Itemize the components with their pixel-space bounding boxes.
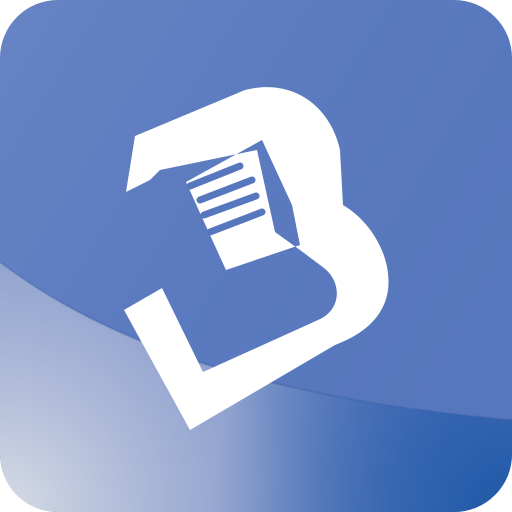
app-icon[interactable]: [0, 0, 512, 512]
document-b-logo-icon: [0, 0, 512, 512]
